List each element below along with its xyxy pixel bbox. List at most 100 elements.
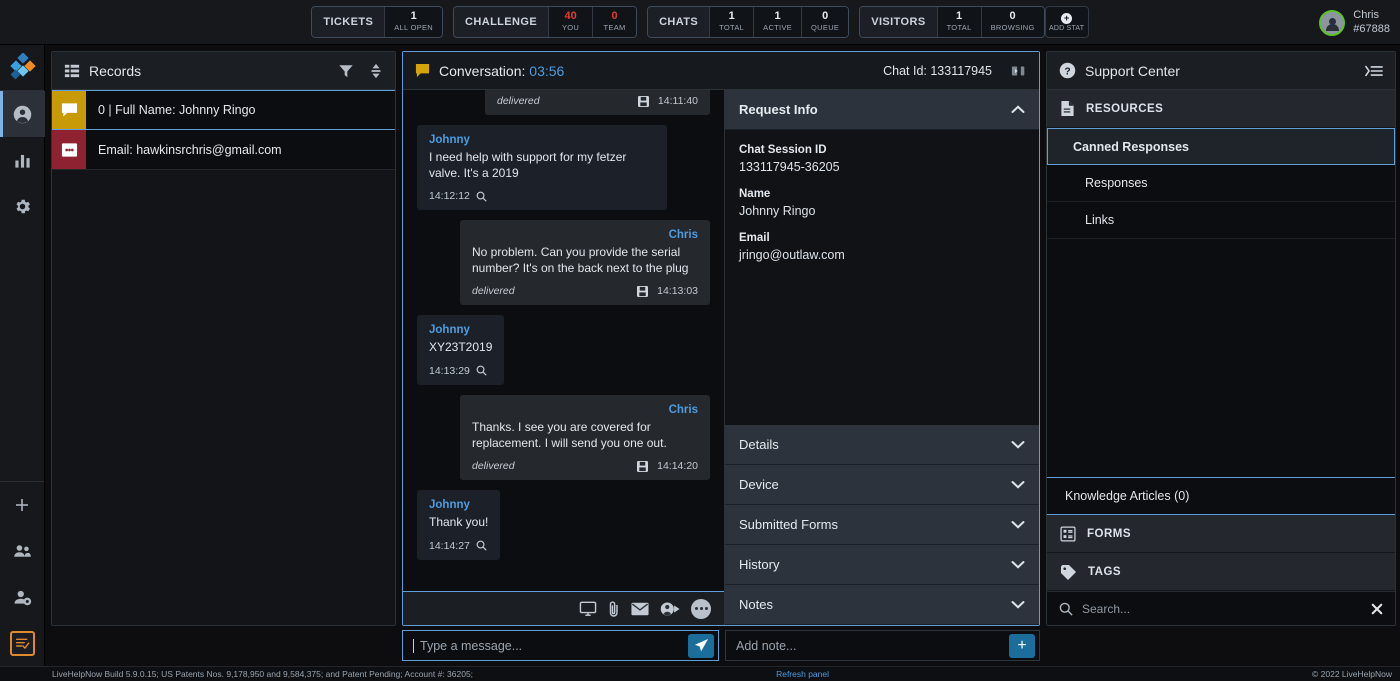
sidebar-item-reports[interactable] <box>0 137 45 183</box>
stat-label: TEAM <box>603 22 626 32</box>
rail-forms-button[interactable] <box>0 620 45 666</box>
stat-label: TOTAL <box>946 22 972 32</box>
save-icon[interactable] <box>637 285 649 297</box>
message-bubble: Johnny Thank you! 14:14:27 <box>417 490 501 560</box>
support-search-bar[interactable]: Search... <box>1047 591 1395 625</box>
record-label: Email: hawkinsrchris@gmail.com <box>98 142 282 157</box>
record-row[interactable]: Email: hawkinsrchris@gmail.com <box>52 130 395 170</box>
bottom-input-row: Type a message... Add note... + <box>45 626 1400 666</box>
list-collapse-icon[interactable] <box>1365 64 1383 78</box>
refresh-panel-link[interactable]: Refresh panel <box>473 669 1312 679</box>
support-center-item[interactable]: Links <box>1047 202 1395 239</box>
delivery-status: delivered <box>497 95 540 107</box>
note-input[interactable]: Add note... <box>736 639 1003 653</box>
add-note-button[interactable]: + <box>1009 633 1035 658</box>
message-footer: delivered 14:13:03 <box>472 285 698 297</box>
accordion-section[interactable]: History <box>725 545 1039 585</box>
message-input[interactable]: Type a message... <box>420 639 682 653</box>
message-bubble: Johnny I need help with support for my fe… <box>417 125 667 211</box>
accordion-label: History <box>739 557 780 572</box>
magnify-icon[interactable] <box>476 191 487 202</box>
sort-icon[interactable] <box>369 63 383 79</box>
message-text: I need help with support for my fetzer v… <box>429 150 627 180</box>
stat-group[interactable]: CHALLENGE 40 YOU 0 TEAM <box>453 6 638 38</box>
user-name: Chris <box>1353 8 1379 21</box>
support-center-empty-area <box>1047 239 1395 477</box>
resources-section[interactable]: RESOURCES <box>1047 90 1395 128</box>
search-input[interactable]: Search... <box>1082 602 1362 616</box>
rail-team-button[interactable] <box>0 528 45 574</box>
tags-section[interactable]: TAGS <box>1047 553 1395 591</box>
accordion-section[interactable]: Details <box>725 425 1039 465</box>
stat-group[interactable]: TICKETS 1 ALL OPEN <box>311 6 444 38</box>
stat-cell: 1 TOTAL <box>936 7 981 37</box>
app-logo-icon[interactable] <box>7 45 37 90</box>
chevron-down-icon <box>1011 480 1025 489</box>
knowledge-articles-label: Knowledge Articles (0) <box>1065 489 1190 503</box>
chevron-down-icon <box>1011 560 1025 569</box>
magnify-icon[interactable] <box>476 540 487 551</box>
stat-group[interactable]: CHATS 1 TOTAL 1 ACTIVE 0 QUEUE <box>647 6 850 38</box>
stat-label: QUEUE <box>811 22 840 32</box>
screen-share-icon[interactable] <box>579 601 597 617</box>
chevron-up-icon <box>1011 105 1025 114</box>
forms-section[interactable]: FORMS <box>1047 515 1395 553</box>
message-meta: 14:13:03 <box>637 285 698 297</box>
accordion-section[interactable]: Submitted Forms <box>725 505 1039 545</box>
support-center-item[interactable]: Responses <box>1047 165 1395 202</box>
accordion-section[interactable]: Device <box>725 465 1039 505</box>
main-body: Records 0 | Full Name: Johnny Ringo Emai… <box>0 45 1400 666</box>
magnify-icon[interactable] <box>476 365 487 377</box>
stat-name: VISITORS <box>860 7 937 37</box>
message-time: 14:11:40 <box>657 95 698 107</box>
note-composer[interactable]: Add note... + <box>725 630 1040 661</box>
stat-group[interactable]: VISITORS 1 TOTAL 0 BROWSING <box>859 6 1045 38</box>
tags-label: TAGS <box>1088 565 1122 578</box>
stat-values: 40 YOU 0 TEAM <box>548 7 637 37</box>
conversation-header: Conversation: 03:56 Chat Id: 133117945 <box>403 52 1039 90</box>
message-composer[interactable]: Type a message... <box>402 630 719 661</box>
save-icon[interactable] <box>637 95 649 107</box>
message-author: Johnny <box>429 499 470 512</box>
collapse-panel-icon[interactable] <box>1011 64 1027 78</box>
close-icon[interactable] <box>1371 603 1383 615</box>
accordion-section[interactable]: Notes <box>725 585 1039 625</box>
add-stat-button[interactable]: + ADD STAT <box>1044 6 1089 38</box>
message-time: 14:12:12 <box>429 190 470 203</box>
filter-icon[interactable] <box>338 63 354 79</box>
stat-label: ACTIVE <box>763 22 793 32</box>
sidebar-item-settings[interactable] <box>0 183 45 229</box>
send-button[interactable] <box>688 633 714 658</box>
record-row[interactable]: 0 | Full Name: Johnny Ringo <box>52 90 395 130</box>
message-footer: delivered 14:14:20 <box>472 460 698 472</box>
message-list[interactable]: delivered 14:11:40 Johnny I need help with … <box>403 90 724 591</box>
top-stat-bar: TICKETS 1 ALL OPEN CHALLENGE 40 YOU 0 TEAM CHATS… <box>0 0 1400 45</box>
save-icon[interactable] <box>637 460 649 472</box>
rail-add-button[interactable] <box>0 482 45 528</box>
chat-message: Chris No problem. Can you provide the ser… <box>417 220 710 306</box>
support-center-panel: ? Support Center RESOURCES Canned Respon… <box>1046 51 1396 626</box>
envelope-icon[interactable] <box>631 602 649 616</box>
info-field-label: Email <box>739 232 770 244</box>
app-root: TICKETS 1 ALL OPEN CHALLENGE 40 YOU 0 TEAM CHATS… <box>0 0 1400 681</box>
stat-number: 1 <box>410 10 417 23</box>
sidebar-item-account[interactable] <box>0 91 45 137</box>
more-options-icon[interactable] <box>691 598 711 619</box>
footer: LiveHelpNow Build 5.9.0.15; US Patents N… <box>0 666 1400 681</box>
user-profile[interactable]: Chris #67888 <box>1319 0 1390 45</box>
accordion-label: Notes <box>739 597 773 612</box>
transfer-chat-icon[interactable] <box>660 601 680 617</box>
info-field-value: 133117945-36205 <box>739 160 840 174</box>
request-info-header[interactable]: Request Info <box>725 90 1039 130</box>
knowledge-articles-row[interactable]: Knowledge Articles (0) <box>1047 477 1395 515</box>
records-panel: Records 0 | Full Name: Johnny Ringo Emai… <box>51 51 396 626</box>
paperclip-icon[interactable] <box>608 600 620 618</box>
stat-number: 1 <box>728 10 735 23</box>
accordion-label: Device <box>739 477 779 492</box>
support-center-item[interactable]: Canned Responses <box>1047 128 1395 165</box>
message-footer: 14:13:29 <box>429 365 492 377</box>
stat-number: 1 <box>774 10 781 23</box>
message-time: 14:13:03 <box>657 285 698 298</box>
rail-agent-settings-button[interactable] <box>0 574 45 620</box>
footer-build-info: LiveHelpNow Build 5.9.0.15; US Patents N… <box>52 669 474 679</box>
